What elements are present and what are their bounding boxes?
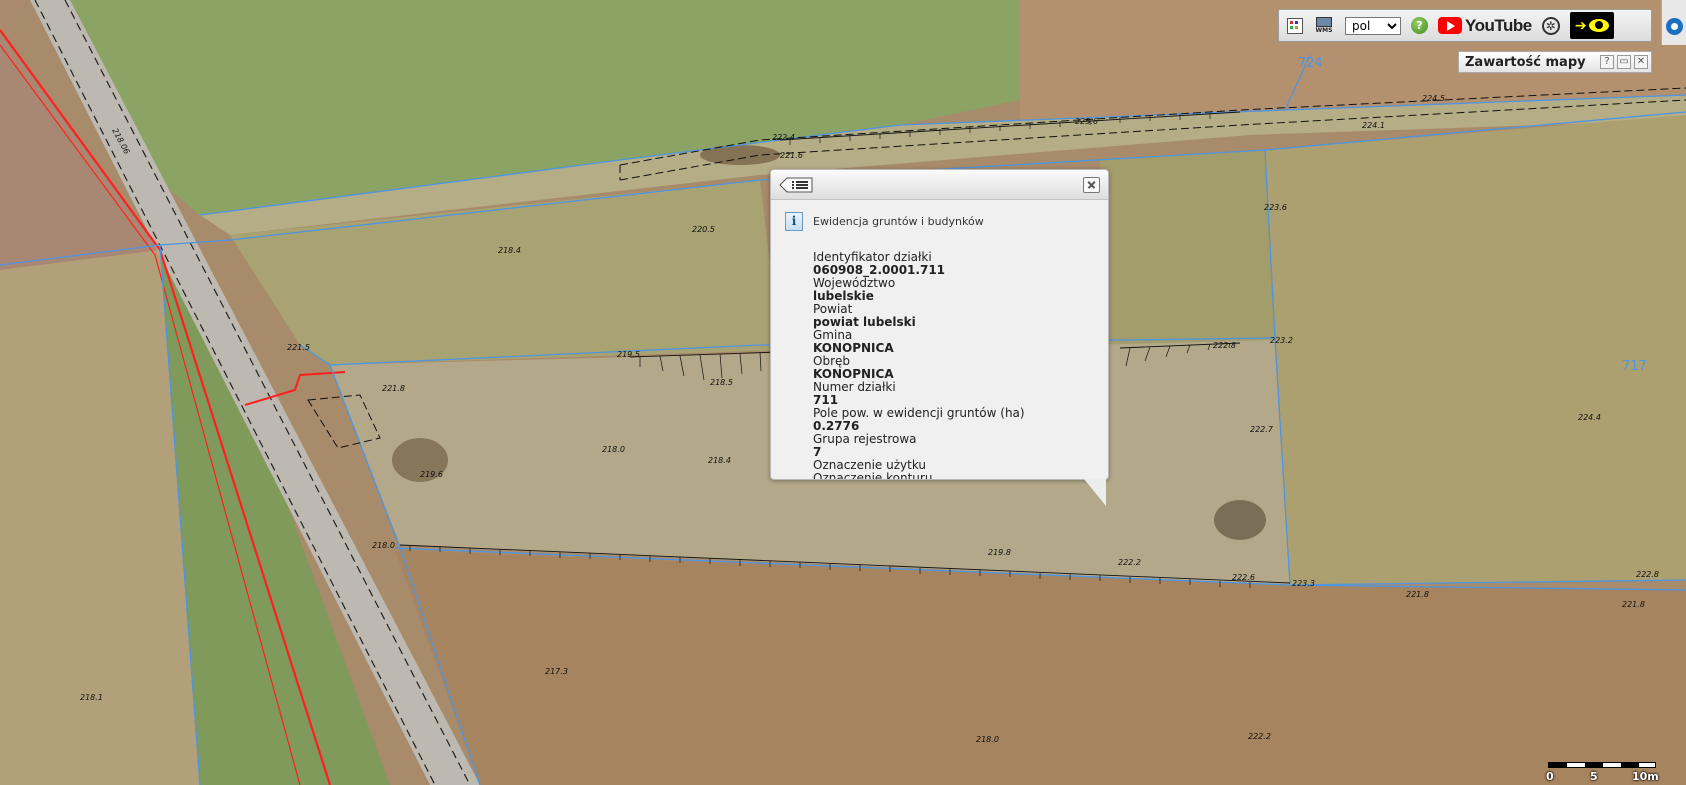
results-list-icon[interactable] [779,177,813,193]
parcel-number: 717 [1622,359,1647,374]
parcel-attributes: Identyfikator działki 060908_2.0001.711 … [785,251,1108,480]
elevation-label: 219.8 [988,548,1011,557]
elevation-label: 218.5 [710,378,733,387]
popup-body: i Ewidencja gruntów i budynków Identyfik… [771,200,1108,480]
elevation-label: 222.4 [772,133,795,142]
field-middle-right [1100,150,1275,350]
panel-help-button[interactable]: ? [1600,55,1614,69]
popup-header [771,170,1108,200]
elevation-label: 218.1 [80,693,103,702]
attr-value: lubelskie [813,289,874,303]
legend-grid-icon[interactable] [1287,17,1303,34]
help-icon[interactable]: ? [1411,17,1428,34]
attr-label: Oznaczenie konturu [813,471,933,480]
accessibility-icon[interactable]: ✲ [1541,16,1560,35]
elevation-label: 224.4 [1578,413,1601,422]
scale-label-max: 10m [1632,770,1659,783]
elevation-label: 219.6 [420,470,443,479]
high-contrast-button[interactable]: ➔ [1569,12,1614,39]
elevation-label: 222.8 [1213,341,1236,350]
arrow-right-icon: ➔ [1574,17,1587,34]
scale-label-zero: 0 [1546,770,1554,783]
side-toggle[interactable] [1661,0,1686,45]
scale-bar: 0 5 10m [1540,758,1660,784]
attr-label: Grupa rejestrowa [813,432,917,446]
vegetation-patch [1214,500,1266,540]
visibility-eye-icon[interactable] [1666,18,1683,35]
elevation-label: 221.8 [1406,590,1429,599]
popup-pointer [1084,479,1106,506]
youtube-link[interactable]: YouTube [1438,16,1532,36]
elevation-label: 222.6 [1232,573,1255,582]
map-contents-panel[interactable]: Zawartość mapy ? ▭ ✕ [1458,51,1652,73]
elevation-label: 221.5 [287,343,310,352]
scale-bar-graphic [1548,762,1656,768]
map-toolbar: WMS pol ? YouTube ✲ ➔ [1278,9,1652,42]
layer-source-name: Ewidencja gruntów i budynków [813,215,984,228]
panel-restore-button[interactable]: ▭ [1617,55,1631,69]
panel-close-button[interactable]: ✕ [1634,55,1648,69]
youtube-label: YouTube [1465,15,1532,35]
elevation-label: 218.0 [372,541,395,550]
elevation-label: 218.0 [976,735,999,744]
language-select[interactable]: pol [1345,16,1401,35]
source-row: i Ewidencja gruntów i budynków [785,212,1108,231]
wms-screen-icon [1316,16,1332,27]
elevation-label: 224.1 [1362,121,1385,130]
elevation-label: 222.8 [1636,570,1659,579]
high-contrast-eye-icon [1588,19,1609,32]
elevation-label: 218.4 [708,456,731,465]
elevation-label: 223.2 [1270,336,1293,345]
map-contents-title: Zawartość mapy [1465,54,1586,70]
youtube-play-icon [1438,17,1462,34]
elevation-label: 218.4 [498,246,521,255]
popup-close-icon[interactable] [1083,177,1100,193]
elevation-label: 223.6 [1264,203,1287,212]
elevation-label: 225.6 [1075,117,1098,126]
scale-label-mid: 5 [1590,770,1598,783]
elevation-label: 217.3 [545,667,568,676]
elevation-label: 221.6 [780,151,803,160]
elevation-label: 220.5 [692,225,715,234]
elevation-label: 222.2 [1118,558,1141,567]
elevation-label: 222.2 [1248,732,1271,741]
elevation-label: 218.0 [602,445,625,454]
attr-label: Numer działki [813,380,896,394]
elevation-label: 224.5 [1422,94,1445,103]
elevation-label: 221.8 [382,384,405,393]
elevation-label: 222.7 [1250,425,1274,434]
elevation-label: 221.8 [1622,600,1645,609]
wms-label: WMS [1315,26,1333,34]
elevation-label: 223.3 [1292,579,1315,588]
attr-value: KONOPNICA [813,341,894,355]
field-right [1265,115,1686,585]
wms-icon[interactable]: WMS [1313,16,1335,35]
info-icon: i [785,212,803,231]
attr-value: powiat lubelski [813,315,916,329]
elevation-label: 219.5 [617,350,640,359]
parcel-number: 724 [1298,56,1323,71]
feature-info-popup: i Ewidencja gruntów i budynków Identyfik… [770,169,1109,480]
